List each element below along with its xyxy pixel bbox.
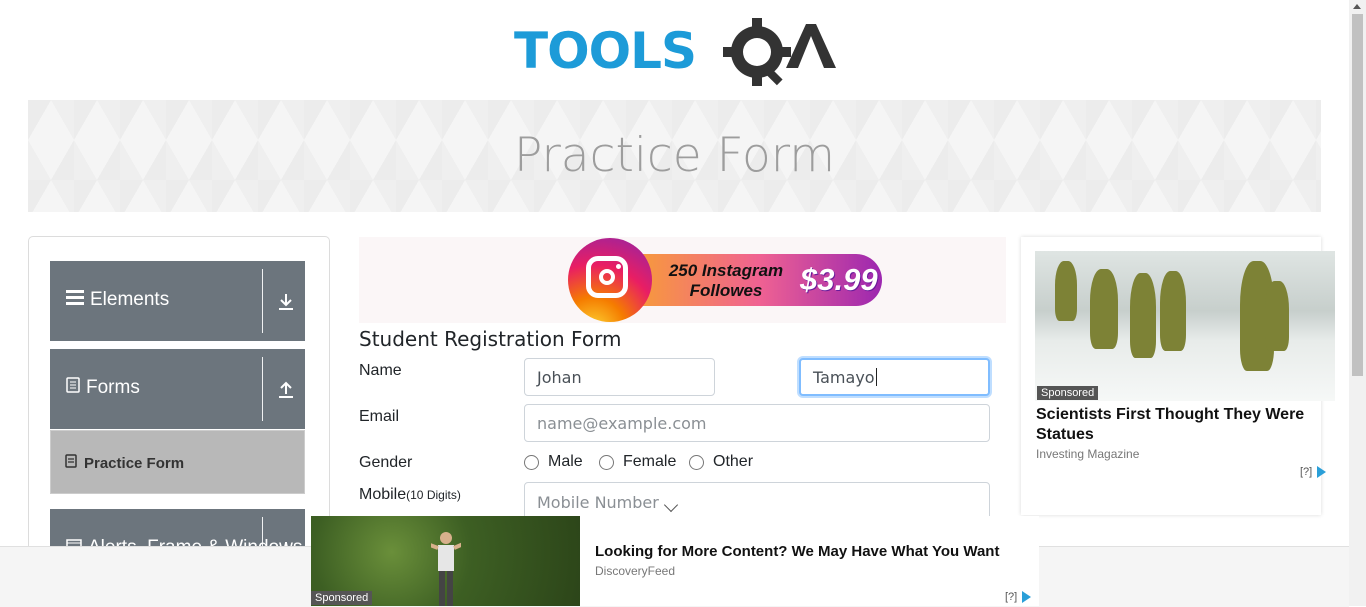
adchoice-label: [?]	[1300, 466, 1313, 478]
ad-price: $3.99	[800, 262, 878, 297]
list-icon	[65, 454, 77, 472]
radio-label: Male	[548, 453, 583, 470]
radio-label: Female	[623, 453, 677, 470]
mobile-label-text: Mobile	[359, 486, 407, 503]
scroll-up-icon[interactable]	[1353, 4, 1361, 9]
last-name-value: Tamayo	[813, 367, 875, 387]
ad-source: Investing Magazine	[1036, 447, 1140, 461]
download-arrow-icon[interactable]	[276, 292, 296, 312]
gender-label: Gender	[359, 454, 413, 471]
adchoices-icon[interactable]: [?]	[1005, 591, 1032, 603]
page-title: Practice Form	[513, 128, 836, 183]
sidebar-item-practice-form[interactable]: Practice Form	[50, 430, 305, 494]
mobile-label: Mobile(10 Digits)	[359, 486, 461, 504]
gender-radio-male[interactable]: Male	[524, 453, 583, 471]
toolsqa-logo[interactable]: TOOLS	[514, 16, 838, 90]
radio-label: Other	[713, 453, 754, 470]
ad-headline[interactable]: Looking for More Content? We May Have Wh…	[595, 543, 999, 560]
ad-source: DiscoveryFeed	[595, 564, 676, 578]
gender-radio-female[interactable]: Female	[599, 453, 676, 471]
name-label: Name	[359, 362, 402, 379]
radio-circle[interactable]	[524, 454, 539, 470]
ad-headline: 250 Instagram Followes	[668, 261, 784, 300]
svg-text:TOOLS: TOOLS	[514, 22, 696, 80]
right-ad[interactable]: Sponsored Scientists First Thought They …	[1021, 237, 1335, 515]
sponsored-badge: Sponsored	[311, 591, 373, 605]
radio-circle[interactable]	[599, 454, 614, 470]
adchoices-icon[interactable]: [?]	[1300, 466, 1327, 478]
ad-image: Sponsored	[1035, 251, 1335, 401]
vertical-scrollbar[interactable]	[1349, 0, 1366, 606]
ad-headline[interactable]: Scientists First Thought They Were Statu…	[1036, 405, 1316, 445]
sidebar-group-forms[interactable]: Forms	[50, 349, 305, 429]
gender-radio-other[interactable]: Other	[689, 453, 753, 471]
scrollbar-thumb[interactable]	[1352, 14, 1363, 376]
email-label: Email	[359, 408, 400, 425]
sidebar-group-label: Elements	[90, 289, 170, 310]
instagram-ad[interactable]: 250 Instagram Followes $3.99	[568, 238, 882, 322]
sidebar-group-elements[interactable]: Elements	[50, 261, 305, 341]
sidebar-item-label: Practice Form	[84, 454, 185, 472]
ad-image: Sponsored	[311, 516, 580, 606]
instagram-icon	[568, 238, 652, 322]
sidebar-group-label: Forms	[86, 377, 140, 398]
sidebar: Elements Forms Practice Form	[28, 236, 330, 557]
sponsored-badge: Sponsored	[1037, 386, 1099, 400]
upload-arrow-icon[interactable]	[276, 380, 296, 400]
bottom-ad[interactable]: Sponsored Looking for More Content? We M…	[311, 516, 1039, 606]
last-name-input[interactable]: Tamayo	[799, 358, 990, 396]
page-banner: Practice Form	[28, 100, 1321, 212]
document-icon	[66, 377, 80, 399]
first-name-input[interactable]: Johan	[524, 358, 715, 396]
mobile-hint: (10 Digits)	[406, 488, 461, 502]
adchoice-label: [?]	[1005, 591, 1018, 603]
email-input[interactable]: name@example.com	[524, 404, 990, 442]
form-title: Student Registration Form	[359, 327, 622, 351]
radio-circle[interactable]	[689, 454, 704, 470]
hamburger-icon	[66, 289, 84, 311]
